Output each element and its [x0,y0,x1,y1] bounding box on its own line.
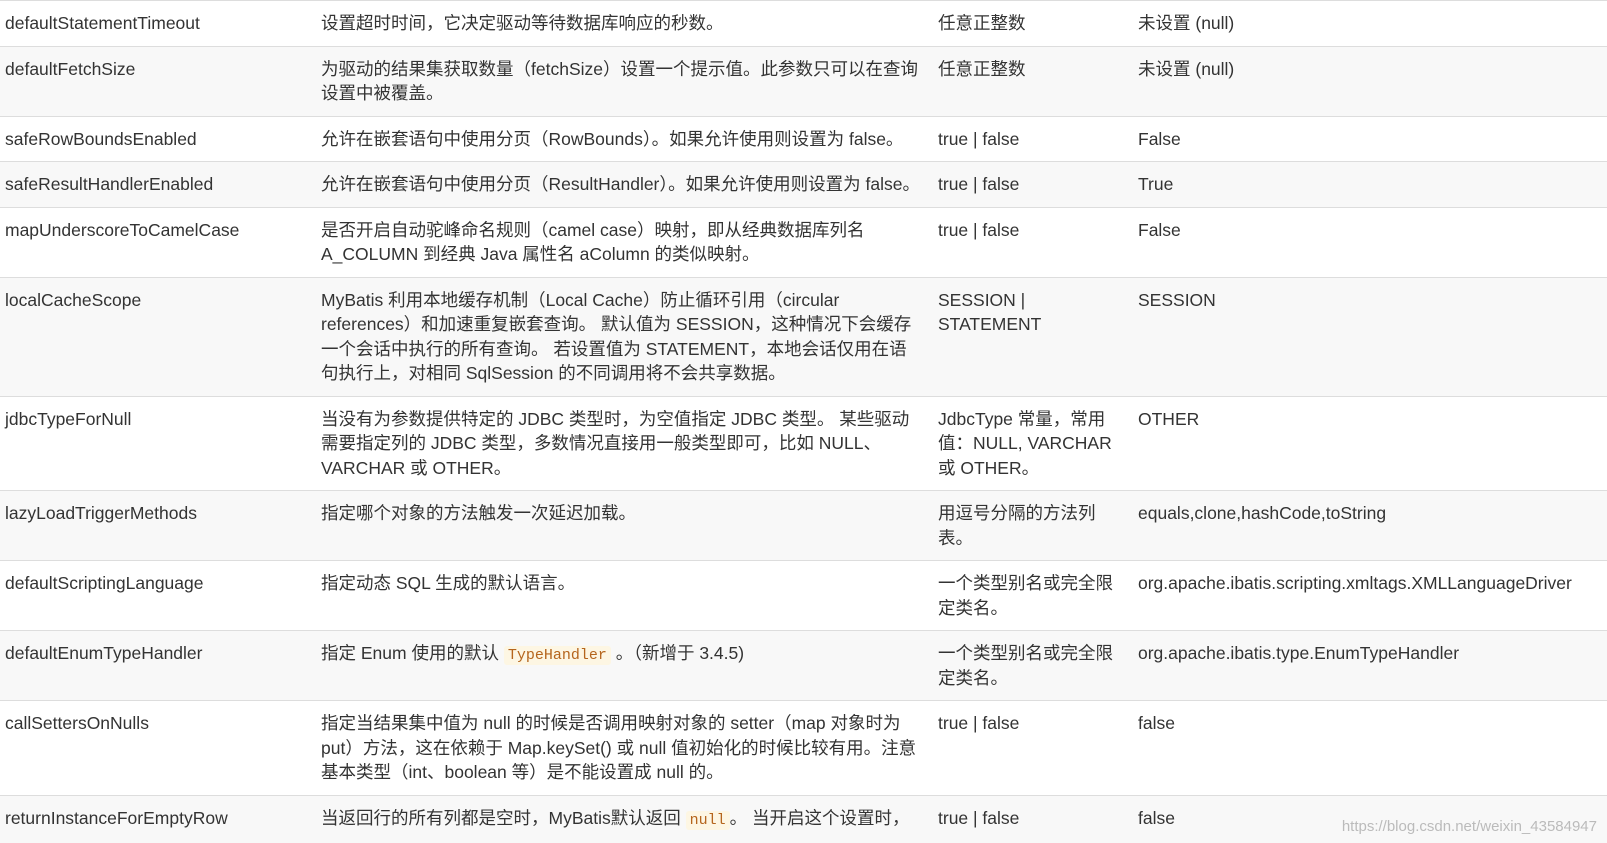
setting-description: 当返回行的所有列都是空时，MyBatis默认返回 null。 当开启这个设置时， [316,795,933,843]
setting-default: equals,clone,hashCode,toString [1138,503,1387,523]
table-row: defaultEnumTypeHandler 指定 Enum 使用的默认 Typ… [0,630,1607,701]
setting-name: returnInstanceForEmptyRow [5,807,228,828]
setting-name: defaultScriptingLanguage [5,573,204,593]
setting-valid-values: 任意正整数 [938,58,1026,79]
table-row: safeRowBoundsEnabled 允许在嵌套语句中使用分页（RowBou… [0,116,1607,162]
setting-valid-values: 一个类型别名或完全限定类名。 [938,643,1113,688]
setting-valid-values: SESSION | STATEMENT [938,289,1042,335]
setting-default: SESSION [1138,289,1216,310]
inline-code: null [685,810,730,830]
watermark-text: https://blog.csdn.net/weixin_43584947 [1341,818,1597,835]
setting-valid-values: JdbcType 常量，常用值：NULL, VARCHAR 或 OTHER。 [938,408,1112,478]
setting-default: 未设置 (null) [1138,13,1235,33]
setting-name: callSettersOnNulls [5,713,149,733]
setting-default: false [1138,713,1175,733]
table-row: lazyLoadTriggerMethods 指定哪个对象的方法触发一次延迟加载… [0,490,1607,561]
setting-valid-values: true | false [938,807,1020,828]
table-row: localCacheScope MyBatis 利用本地缓存机制（Local C… [0,277,1607,396]
description-text: 。 当开启这个设置时， [729,807,910,828]
setting-valid-values: 用逗号分隔的方法列表。 [938,503,1096,548]
setting-description: 当没有为参数提供特定的 JDBC 类型时，为空值指定 JDBC 类型。 某些驱动… [321,408,910,478]
setting-name: lazyLoadTriggerMethods [5,503,197,523]
setting-valid-values: 一个类型别名或完全限定类名。 [938,573,1113,618]
setting-description: MyBatis 利用本地缓存机制（Local Cache）防止循环引用（circ… [321,289,912,384]
setting-valid-values: true | false [938,128,1020,149]
setting-description: 为驱动的结果集获取数量（fetchSize）设置一个提示值。此参数只可以在查询设… [321,58,918,104]
description-text: 当返回行的所有列都是空时，MyBatis默认返回 [321,807,686,828]
settings-table: defaultStatementTimeout 设置超时时间，它决定驱动等待数据… [0,0,1607,843]
setting-default: False [1138,128,1181,149]
setting-default: 未设置 (null) [1138,58,1235,79]
setting-description: 设置超时时间，它决定驱动等待数据库响应的秒数。 [321,13,724,33]
setting-description: 允许在嵌套语句中使用分页（RowBounds）。如果允许使用则设置为 false… [321,128,904,149]
setting-name: safeResultHandlerEnabled [5,174,214,194]
setting-name: mapUnderscoreToCamelCase [5,219,240,240]
table-row: mapUnderscoreToCamelCase 是否开启自动驼峰命名规则（ca… [0,207,1607,277]
setting-description: 允许在嵌套语句中使用分页（ResultHandler）。如果允许使用则设置为 f… [321,174,920,194]
setting-default: False [1138,219,1181,240]
setting-name: defaultEnumTypeHandler [5,643,203,663]
setting-default: org.apache.ibatis.scripting.xmltags.XMLL… [1138,573,1572,593]
setting-default: OTHER [1138,408,1200,429]
table-row: defaultScriptingLanguage 指定动态 SQL 生成的默认语… [0,560,1607,631]
setting-description: 指定哪个对象的方法触发一次延迟加载。 [321,503,636,523]
description-text: 指定 Enum 使用的默认 [321,643,504,663]
setting-name: safeRowBoundsEnabled [5,128,197,149]
table-row: safeResultHandlerEnabled 允许在嵌套语句中使用分页（Re… [0,161,1607,207]
setting-name: jdbcTypeForNull [5,408,132,429]
description-text: 。（新增于 3.4.5) [610,643,745,663]
table-row: defaultStatementTimeout 设置超时时间，它决定驱动等待数据… [0,0,1607,46]
setting-description: 指定动态 SQL 生成的默认语言。 [321,573,576,593]
table-row: defaultFetchSize 为驱动的结果集获取数量（fetchSize）设… [0,46,1607,116]
page: defaultStatementTimeout 设置超时时间，它决定驱动等待数据… [0,0,1607,843]
setting-default: org.apache.ibatis.type.EnumTypeHandler [1138,643,1460,663]
setting-default: True [1138,174,1174,194]
setting-name: defaultFetchSize [5,58,136,79]
table-row: jdbcTypeForNull 当没有为参数提供特定的 JDBC 类型时，为空值… [0,396,1607,491]
setting-valid-values: true | false [938,713,1020,733]
setting-name: defaultStatementTimeout [5,13,200,33]
setting-description: 指定 Enum 使用的默认 TypeHandler 。（新增于 3.4.5) [316,631,933,701]
setting-description: 是否开启自动驼峰命名规则（camel case）映射，即从经典数据库列名 A_C… [321,219,865,265]
setting-valid-values: 任意正整数 [938,13,1026,33]
setting-valid-values: true | false [938,219,1020,240]
inline-code: TypeHandler [503,646,611,665]
setting-valid-values: true | false [938,174,1020,194]
setting-name: localCacheScope [5,289,142,310]
setting-description: 指定当结果集中值为 null 的时候是否调用映射对象的 setter（map 对… [321,713,917,782]
table-row: callSettersOnNulls 指定当结果集中值为 null 的时候是否调… [0,700,1607,795]
